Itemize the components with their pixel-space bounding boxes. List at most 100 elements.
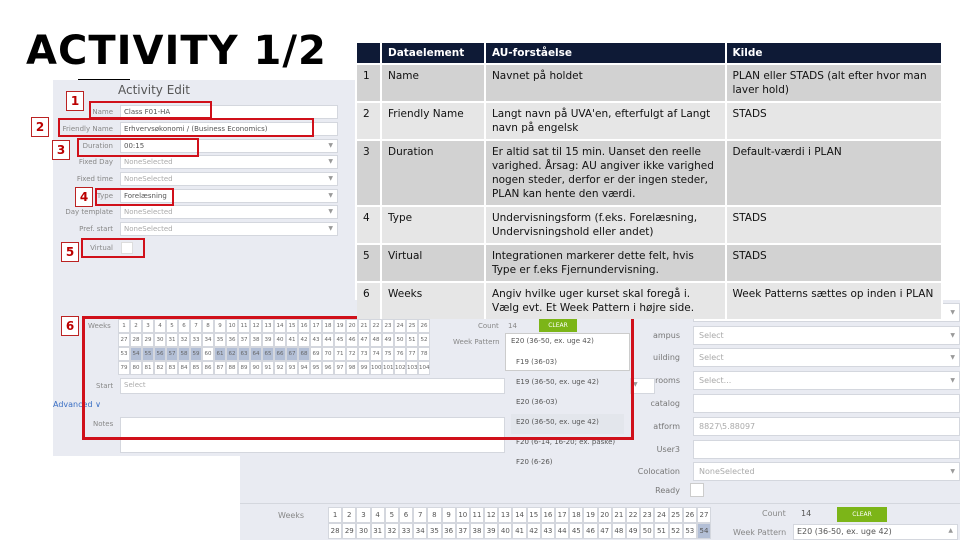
field-input[interactable]: NoneSelected ▼: [120, 155, 338, 170]
week-cell[interactable]: 25: [668, 507, 683, 523]
chevron-down-icon: ▼: [328, 208, 333, 216]
week-cell[interactable]: 50: [640, 523, 655, 539]
week-cell[interactable]: 9: [441, 507, 456, 523]
table-row: 4 Type Undervisningsform (f.eks. Forelæsni…: [357, 205, 944, 244]
chevron-down-icon: ▼: [328, 225, 333, 233]
lower-form-row: uilding Select ▼: [630, 347, 960, 370]
week-cell[interactable]: 36: [441, 523, 456, 539]
week-cell[interactable]: 48: [611, 523, 626, 539]
week-cell[interactable]: 14: [512, 507, 527, 523]
week-cell[interactable]: 47: [597, 523, 612, 539]
field-value: NoneSelected: [124, 175, 173, 183]
field-input[interactable]: 8827\5.88097: [693, 416, 960, 436]
week-cell[interactable]: 28: [328, 523, 343, 539]
field-input[interactable]: [693, 394, 960, 414]
week-cell[interactable]: 29: [342, 523, 357, 539]
week-cell[interactable]: 11: [469, 507, 485, 523]
week-cell[interactable]: 3: [356, 507, 371, 523]
field-input[interactable]: Select ▼: [693, 348, 960, 368]
week-cell[interactable]: 53: [682, 523, 697, 539]
callout-2: 2: [31, 117, 49, 137]
highlight-virtual: [81, 238, 145, 258]
week-cell[interactable]: 42: [526, 523, 541, 539]
week-cell[interactable]: 51: [654, 523, 669, 539]
field-input[interactable]: NoneSelected ▼: [120, 205, 338, 220]
week-cell[interactable]: 46: [583, 523, 598, 539]
week-cell[interactable]: 52: [668, 523, 683, 539]
week-cell[interactable]: 15: [526, 507, 541, 523]
week-cell[interactable]: 54: [696, 523, 712, 539]
week-cell[interactable]: 34: [413, 523, 428, 539]
ready-checkbox[interactable]: [690, 483, 704, 497]
week-cell[interactable]: 10: [455, 507, 470, 523]
table-cell: 5: [357, 243, 382, 282]
field-input[interactable]: NoneSelected ▼: [120, 172, 338, 186]
field-label: User3: [656, 444, 680, 454]
week-cell[interactable]: 17: [555, 507, 570, 523]
field-value: Select: [699, 330, 724, 340]
table-cell: STADS: [725, 243, 944, 282]
week-cell[interactable]: 39: [484, 523, 499, 539]
week-cell[interactable]: 31: [370, 523, 385, 539]
chevron-down-icon: ▼: [328, 175, 333, 182]
week-cell[interactable]: 43: [540, 523, 555, 539]
week-cell[interactable]: 12: [484, 507, 499, 523]
field-input[interactable]: NoneSelected ▼: [120, 222, 338, 237]
table-cell: 3: [357, 139, 382, 206]
table-row: 1 Name Navnet på holdet PLAN eller STADS (a…: [357, 63, 944, 102]
field-label: ampus: [652, 330, 680, 340]
week-cell[interactable]: 32: [384, 523, 399, 539]
week-cell[interactable]: 26: [682, 507, 697, 523]
week-cell[interactable]: 30: [356, 523, 371, 539]
week-cell[interactable]: 16: [540, 507, 555, 523]
week-pattern-select[interactable]: E20 (36-50, ex. uge 42) ▲: [793, 524, 958, 540]
lower-form-row: catalog: [630, 392, 960, 415]
week-cell[interactable]: 41: [512, 523, 527, 539]
week-cell[interactable]: 8: [427, 507, 442, 523]
field-input[interactable]: Select ▼: [693, 325, 960, 345]
lower-form-row: atform 8827\5.88097: [630, 415, 960, 438]
clear-button[interactable]: CLEAR: [837, 507, 887, 522]
week-cell[interactable]: 35: [427, 523, 442, 539]
week-cell[interactable]: 13: [498, 507, 513, 523]
week-cell[interactable]: 19: [583, 507, 598, 523]
week-cell[interactable]: 5: [384, 507, 399, 523]
lower-fields: mPoolNoneSelected▼ampusSelect▼uildingSel…: [630, 301, 960, 483]
week-cell[interactable]: 38: [469, 523, 485, 539]
week-cell[interactable]: 2: [342, 507, 357, 523]
table-cell: PLAN eller STADS (alt efter hvor man lav…: [725, 63, 944, 102]
week-cell[interactable]: 44: [555, 523, 570, 539]
table-cell: 1: [357, 63, 382, 102]
week-cell[interactable]: 37: [455, 523, 470, 539]
week-cell[interactable]: 21: [611, 507, 626, 523]
field-input[interactable]: NoneSelected ▼: [693, 462, 960, 482]
week-cell[interactable]: 23: [640, 507, 655, 523]
chevron-down-icon: ▼: [328, 158, 333, 166]
week-cell[interactable]: 4: [370, 507, 385, 523]
week-cell[interactable]: 49: [625, 523, 641, 539]
week-pattern-option[interactable]: F20 (6-26): [511, 454, 624, 474]
week-cell[interactable]: 40: [498, 523, 513, 539]
chevron-down-icon: ▼: [950, 377, 955, 385]
week-cell[interactable]: 27: [696, 507, 712, 523]
highlight-duration: [77, 138, 199, 157]
table-cell: Integrationen markerer dette felt, hvis …: [484, 243, 727, 282]
week-cell[interactable]: 20: [597, 507, 612, 523]
week-cell[interactable]: 45: [569, 523, 584, 539]
table-header: Kilde: [725, 43, 944, 64]
week-cell[interactable]: 24: [654, 507, 669, 523]
week-cell[interactable]: 18: [569, 507, 584, 523]
field-input[interactable]: Select... ▼: [693, 371, 960, 391]
table-cell: Default-værdi i PLAN: [725, 139, 944, 206]
lower-form-row: rooms Select... ▼: [630, 369, 960, 392]
week-cell[interactable]: 6: [398, 507, 414, 523]
week-cell[interactable]: 22: [625, 507, 641, 523]
table-cell: Er altid sat til 15 min. Uanset den reel…: [484, 139, 727, 206]
field-input[interactable]: [693, 439, 960, 459]
slide-title: ACTIVITY 1/2: [26, 28, 327, 74]
week-cell[interactable]: 7: [413, 507, 428, 523]
week-cell[interactable]: 1: [328, 507, 343, 523]
week-cell[interactable]: 33: [398, 523, 414, 539]
divider: [240, 503, 960, 504]
form-row: Day template NoneSelected ▼: [53, 204, 338, 221]
